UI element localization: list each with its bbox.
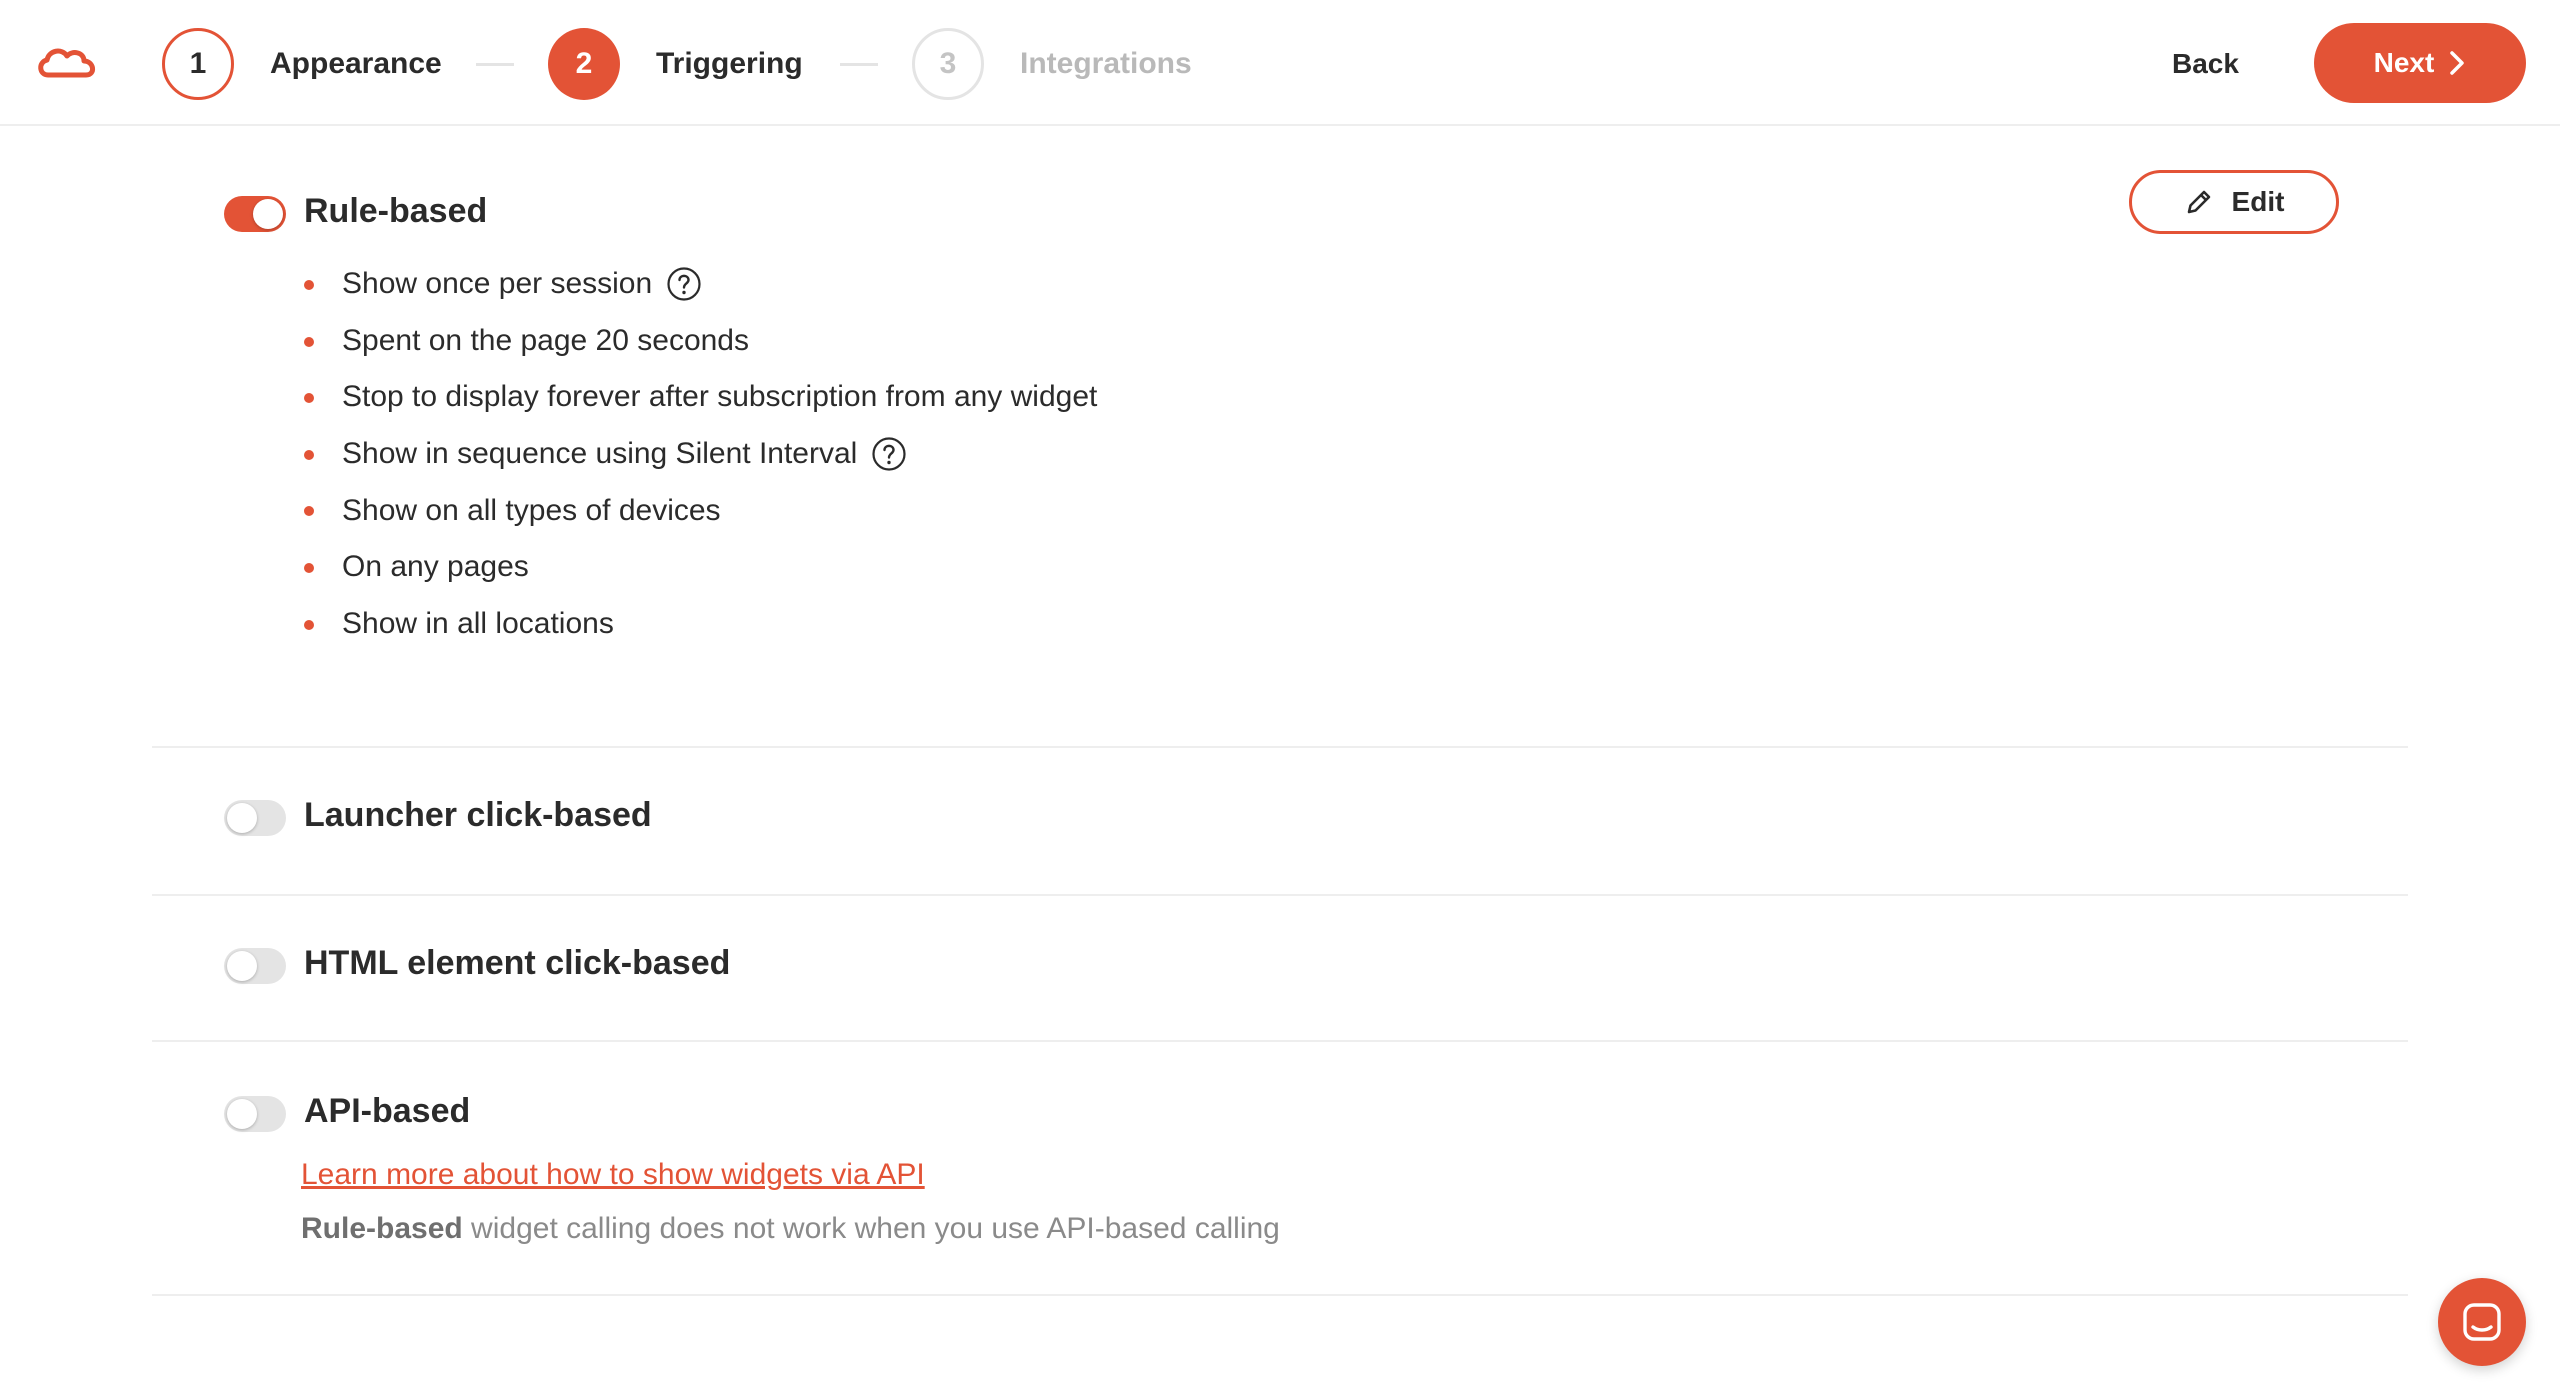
step-divider <box>840 63 878 66</box>
step-label: Appearance <box>270 47 442 80</box>
api-based-title: API-based <box>304 1092 471 1130</box>
html-element-click-section: HTML element click-based <box>152 896 2408 1042</box>
api-note: Rule-based widget calling does not work … <box>301 1212 1280 1246</box>
launcher-click-toggle[interactable] <box>224 800 286 836</box>
bullet <box>304 506 314 517</box>
step-label: Integrations <box>1020 47 1192 80</box>
rule-text: Stop to display forever after subscripti… <box>342 380 1098 414</box>
step-number: 3 <box>912 28 984 100</box>
chat-launcher-button[interactable] <box>2438 1278 2526 1366</box>
rule-text: Spent on the page 20 seconds <box>342 323 749 357</box>
rule-text: Show in all locations <box>342 606 614 640</box>
rule-item: Show on all types of devices <box>304 482 1097 539</box>
help-icon[interactable] <box>871 436 907 472</box>
api-note-bold: Rule-based <box>301 1212 463 1245</box>
rule-text: Show once per session <box>342 267 653 301</box>
chevron-right-icon <box>2450 51 2465 75</box>
rule-based-toggle[interactable] <box>224 196 286 232</box>
step-appearance[interactable]: 1 Appearance <box>162 28 442 100</box>
rule-based-section: Rule-based Edit Show once per session Sp… <box>152 128 2408 748</box>
step-integrations[interactable]: 3 Integrations <box>912 28 1192 100</box>
rule-text: Show in sequence using Silent Interval <box>342 437 858 471</box>
rules-list: Show once per session Spent on the page … <box>304 256 1097 652</box>
launcher-click-section: Launcher click-based <box>152 748 2408 896</box>
rule-text: Show on all types of devices <box>342 493 721 527</box>
pencil-icon <box>2187 190 2210 214</box>
edit-button-label: Edit <box>2231 186 2285 217</box>
bullet <box>304 393 314 404</box>
bullet <box>304 562 314 573</box>
rule-item: Show in all locations <box>304 596 1097 653</box>
next-button-label: Next <box>2373 47 2435 78</box>
toggle-knob <box>253 199 283 229</box>
step-number: 2 <box>548 28 620 100</box>
toggle-knob <box>227 803 257 833</box>
rule-item: Show in sequence using Silent Interval <box>304 426 1097 483</box>
bullet <box>304 336 314 347</box>
help-icon[interactable] <box>666 266 702 302</box>
back-button[interactable]: Back <box>2150 38 2261 90</box>
step-label: Triggering <box>656 47 803 80</box>
bullet <box>304 619 314 630</box>
api-note-text: widget calling does not work when you us… <box>462 1212 1280 1245</box>
step-divider <box>476 63 514 66</box>
html-element-click-toggle[interactable] <box>224 948 286 984</box>
bullet <box>304 449 314 460</box>
bullet <box>304 280 314 290</box>
rule-item: Show once per session <box>304 256 1097 313</box>
edit-button[interactable]: Edit <box>2129 170 2339 234</box>
api-docs-link[interactable]: Learn more about how to show widgets via… <box>301 1158 925 1192</box>
rule-item: On any pages <box>304 539 1097 596</box>
rule-text: On any pages <box>342 550 529 584</box>
next-button[interactable]: Next <box>2314 23 2526 103</box>
rule-based-title: Rule-based <box>304 192 488 230</box>
launcher-click-title: Launcher click-based <box>304 796 652 834</box>
top-bar: 1 Appearance 2 Triggering 3 Integrations… <box>0 0 2560 126</box>
step-number: 1 <box>162 28 234 100</box>
toggle-knob <box>227 1099 257 1129</box>
html-element-click-title: HTML element click-based <box>304 944 731 982</box>
chat-icon <box>2463 1303 2501 1341</box>
api-based-toggle[interactable] <box>224 1096 286 1132</box>
step-triggering[interactable]: 2 Triggering <box>548 28 803 100</box>
rule-item: Stop to display forever after subscripti… <box>304 369 1097 426</box>
rule-item: Spent on the page 20 seconds <box>304 313 1097 370</box>
toggle-knob <box>227 951 257 981</box>
api-based-section: API-based Learn more about how to show w… <box>152 1042 2408 1296</box>
cloud-logo-icon[interactable] <box>34 42 100 84</box>
